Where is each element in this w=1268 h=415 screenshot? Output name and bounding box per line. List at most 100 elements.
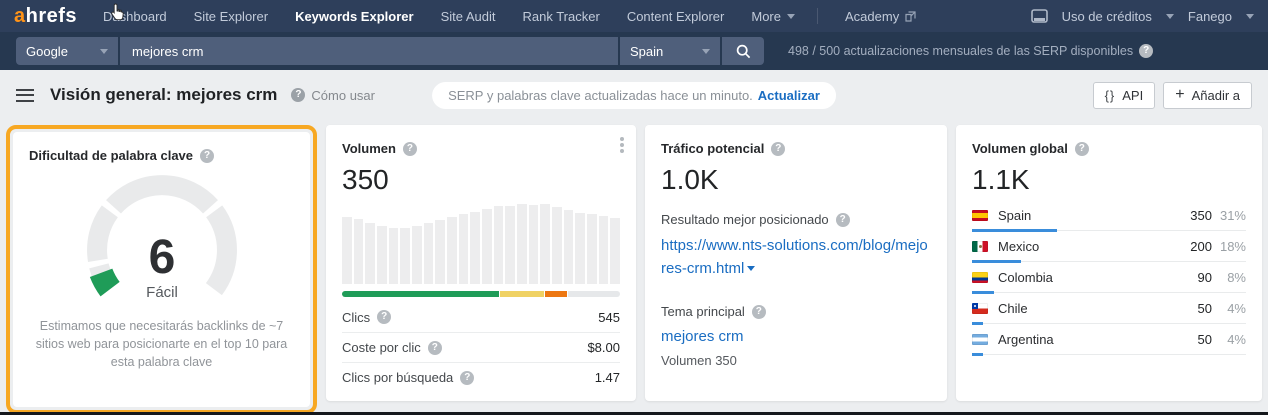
nav-item[interactable]: Site Explorer bbox=[194, 9, 268, 24]
help-icon[interactable] bbox=[751, 304, 766, 319]
api-button-label: API bbox=[1122, 87, 1144, 103]
country-row[interactable]: Argentina 50 4% bbox=[972, 324, 1246, 356]
help-icon[interactable] bbox=[835, 212, 850, 227]
country-volume: 50 bbox=[1197, 332, 1212, 347]
search-row: Google Spain 498 / 500 actualizaciones m… bbox=[0, 32, 1268, 70]
nav-item[interactable]: Keywords Explorer bbox=[295, 9, 414, 24]
country-row[interactable]: Spain 350 31% bbox=[972, 200, 1246, 232]
kd-description: Estimamos que necesitarás backlinks de ~… bbox=[35, 319, 288, 370]
volume-metrics: Clics 545 Coste por clic $8.00 bbox=[342, 302, 620, 392]
keyword-input[interactable] bbox=[132, 43, 606, 59]
help-icon[interactable] bbox=[771, 141, 786, 156]
refresh-link[interactable]: Actualizar bbox=[758, 88, 820, 103]
country-row[interactable]: Mexico 200 18% bbox=[972, 231, 1246, 263]
volume-value: 350 bbox=[342, 164, 389, 195]
global-volume-value: 1.1K bbox=[972, 164, 1030, 195]
metric-value: 1.47 bbox=[594, 370, 620, 385]
external-link-icon bbox=[905, 10, 916, 22]
academy-label: Academy bbox=[845, 8, 900, 24]
help-icon[interactable] bbox=[402, 141, 417, 156]
metric-value: $8.00 bbox=[587, 340, 620, 355]
mouse-cursor-icon bbox=[110, 3, 125, 25]
how-to-use[interactable]: Cómo usar bbox=[291, 88, 375, 103]
kebab-menu-icon[interactable] bbox=[620, 143, 624, 147]
country-name: Mexico bbox=[998, 239, 1040, 254]
kd-level: Fácil bbox=[146, 284, 178, 301]
how-to-use-label: Cómo usar bbox=[311, 87, 375, 103]
volume-bar bbox=[563, 209, 574, 284]
ahrefs-logo[interactable]: ahrefs bbox=[14, 5, 77, 28]
metric-label-wrap: Clics bbox=[342, 310, 392, 325]
menu-icon[interactable] bbox=[16, 88, 34, 102]
volume-bar bbox=[505, 205, 516, 284]
help-icon[interactable] bbox=[427, 340, 442, 355]
volume-bar bbox=[435, 220, 446, 284]
search-engine-dropdown[interactable]: Google bbox=[16, 37, 118, 65]
topic-link[interactable]: mejores crm bbox=[661, 328, 744, 345]
chevron-down-icon bbox=[747, 266, 756, 272]
country-row[interactable]: Chile 50 4% bbox=[972, 293, 1246, 325]
more-label: More bbox=[751, 8, 781, 24]
country-row[interactable]: Colombia 90 8% bbox=[972, 262, 1246, 294]
country-name: Argentina bbox=[998, 332, 1054, 347]
window-icon[interactable] bbox=[1030, 9, 1048, 23]
help-icon[interactable] bbox=[460, 370, 475, 385]
volume-card-title-row: Volumen bbox=[342, 141, 620, 156]
country-share-bar bbox=[972, 353, 983, 356]
help-icon[interactable] bbox=[1074, 141, 1089, 156]
kd-score: 6 bbox=[148, 231, 175, 284]
help-icon[interactable] bbox=[1139, 44, 1154, 58]
volume-bar bbox=[412, 225, 422, 284]
country-percent: 4% bbox=[1227, 301, 1246, 316]
user-menu[interactable]: Fanego bbox=[1188, 9, 1232, 24]
serp-credits-text: 498 / 500 actualizaciones mensuales de l… bbox=[788, 44, 1134, 58]
traffic-value: 1.0K bbox=[661, 164, 719, 195]
volume-bar bbox=[482, 208, 492, 284]
country-dropdown[interactable]: Spain bbox=[620, 37, 720, 65]
gauge-segment-hard bbox=[105, 175, 218, 214]
top-result-link[interactable]: https://www.nts-solutions.com/blog/mejor… bbox=[661, 235, 931, 280]
global-card-title-row: Volumen global bbox=[972, 141, 1246, 156]
chevron-down-icon bbox=[1165, 13, 1174, 19]
nav-item-academy[interactable]: Academy bbox=[845, 9, 916, 24]
row-divider bbox=[972, 354, 1246, 355]
country-flag-icon bbox=[972, 210, 988, 221]
volume-bar bbox=[610, 217, 621, 284]
top-result-url: https://www.nts-solutions.com/blog/mejor… bbox=[661, 237, 928, 277]
country-name: Colombia bbox=[998, 270, 1053, 285]
nav-items: Dashboard Site Explorer Keywords Explore… bbox=[103, 9, 724, 24]
gauge-segment-medium bbox=[86, 205, 118, 263]
metric-label-wrap: Clics por búsqueda bbox=[342, 370, 475, 385]
nav-item[interactable]: Site Audit bbox=[441, 9, 496, 24]
volume-bar bbox=[353, 219, 364, 284]
nav-item-more[interactable]: More bbox=[751, 9, 795, 24]
volume-bar bbox=[447, 216, 457, 284]
help-icon[interactable] bbox=[200, 148, 215, 163]
keyword-search-bar: Google Spain bbox=[16, 37, 764, 65]
country-volume: 90 bbox=[1197, 270, 1212, 285]
keyword-difficulty-card: Dificultad de palabra clave 6 Fácil Esti… bbox=[13, 132, 310, 407]
nav-item[interactable]: Rank Tracker bbox=[523, 9, 600, 24]
kd-card-title: Dificultad de palabra clave bbox=[29, 148, 194, 163]
api-button[interactable]: API bbox=[1092, 81, 1156, 109]
credits-usage-menu[interactable]: Uso de créditos bbox=[1062, 9, 1152, 24]
top-result-label-row: Resultado mejor posicionado bbox=[661, 212, 931, 227]
country-percent: 18% bbox=[1219, 239, 1246, 254]
search-button[interactable] bbox=[722, 37, 764, 65]
country-flag-icon bbox=[972, 334, 988, 345]
header-buttons: API Añadir a bbox=[1092, 81, 1252, 109]
logo-rest: hrefs bbox=[25, 4, 78, 27]
plus-icon bbox=[1175, 86, 1184, 104]
country-volume: 350 bbox=[1190, 208, 1212, 223]
volume-bar bbox=[540, 204, 551, 284]
metric-value: 545 bbox=[598, 309, 620, 325]
volume-bar bbox=[365, 223, 376, 284]
nav-item[interactable]: Content Explorer bbox=[627, 9, 725, 24]
chevron-down-icon bbox=[100, 48, 108, 54]
volume-bar bbox=[458, 214, 469, 284]
overview-header: Visión general: mejores crm Cómo usar SE… bbox=[0, 70, 1268, 120]
add-to-button[interactable]: Añadir a bbox=[1163, 81, 1252, 109]
metric-row: Clics por búsqueda 1.47 bbox=[342, 362, 620, 392]
volume-bar bbox=[400, 228, 411, 284]
help-icon[interactable] bbox=[377, 310, 392, 324]
